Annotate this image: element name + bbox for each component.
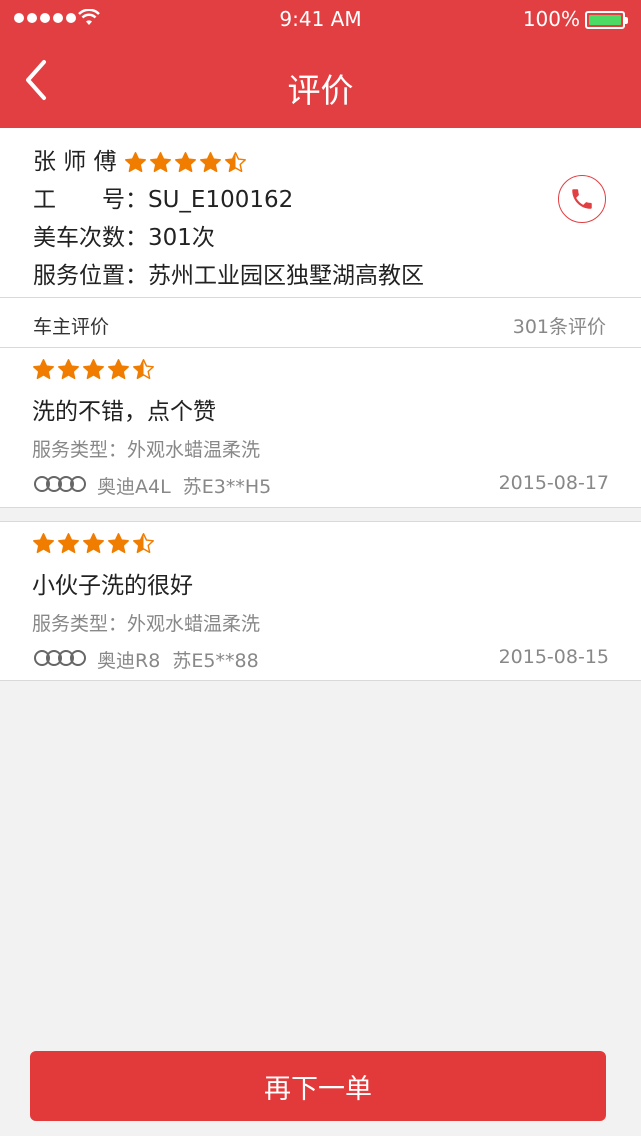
worker-id-value: SU_E100162 bbox=[148, 187, 294, 213]
audi-logo-icon bbox=[34, 650, 86, 666]
reorder-button[interactable]: 再下一单 bbox=[30, 1051, 606, 1121]
star-icon bbox=[33, 359, 54, 380]
star-icon bbox=[83, 533, 104, 554]
reviews-count[interactable]: 301条评价 bbox=[513, 312, 606, 339]
review-comment: 小伙子洗的很好 bbox=[32, 573, 193, 599]
review-card: 洗的不错，点个赞 服务类型：外观水蜡温柔洗 奥迪A4L 苏E3**H5 2015… bbox=[0, 348, 641, 508]
worker-id-label: 工 号： bbox=[33, 187, 148, 213]
wash-count-label: 美车次数： bbox=[33, 225, 148, 251]
review-rating-stars bbox=[32, 358, 155, 381]
worker-id-row: 工 号：SU_E100162 bbox=[33, 180, 293, 214]
review-rating-stars bbox=[32, 532, 155, 555]
star-icon bbox=[33, 533, 54, 554]
status-bar: 9:41 AM 100% bbox=[0, 0, 641, 40]
star-icon bbox=[83, 359, 104, 380]
review-car: 奥迪R8 苏E5**88 bbox=[97, 646, 259, 673]
review-service-type: 服务类型：外观水蜡温柔洗 bbox=[32, 613, 261, 635]
car-plate: 苏E3**H5 bbox=[182, 476, 272, 498]
service-location-row: 服务位置：苏州工业园区独墅湖高教区 bbox=[33, 256, 424, 290]
reviews-section-title: 车主评价 bbox=[33, 316, 110, 338]
star-icon bbox=[199, 152, 221, 173]
worker-rating-stars bbox=[124, 151, 247, 174]
app-header: 9:41 AM 100% 评价 bbox=[0, 0, 641, 128]
star-icon bbox=[149, 152, 171, 173]
wash-count-value: 301次 bbox=[148, 225, 215, 251]
phone-icon bbox=[572, 189, 592, 209]
worker-info-card: 张 师 傅 工 号：SU_E100162 美车次数：301次 服务位置：苏州工业… bbox=[0, 128, 641, 298]
review-comment: 洗的不错，点个赞 bbox=[32, 399, 216, 425]
reviews-section-header: 车主评价 301条评价 bbox=[0, 298, 641, 348]
star-icon bbox=[224, 152, 246, 173]
audi-logo-icon bbox=[34, 476, 86, 492]
star-icon bbox=[58, 533, 79, 554]
wash-count-row: 美车次数：301次 bbox=[33, 218, 215, 252]
review-date: 2015-08-17 bbox=[498, 472, 609, 494]
service-location-label: 服务位置： bbox=[33, 263, 148, 289]
star-icon bbox=[58, 359, 79, 380]
battery-icon bbox=[585, 11, 628, 29]
battery-percent: 100% bbox=[522, 7, 580, 31]
star-icon bbox=[133, 533, 154, 554]
page-title: 评价 bbox=[287, 71, 354, 110]
review-card: 小伙子洗的很好 服务类型：外观水蜡温柔洗 奥迪R8 苏E5**88 2015-0… bbox=[0, 521, 641, 681]
star-icon bbox=[174, 152, 196, 173]
car-model: 奥迪A4L bbox=[97, 476, 171, 498]
star-icon bbox=[108, 533, 129, 554]
review-date: 2015-08-15 bbox=[498, 646, 609, 668]
car-model: 奥迪R8 bbox=[97, 650, 161, 672]
worker-name: 张 师 傅 bbox=[33, 149, 117, 175]
star-icon bbox=[133, 359, 154, 380]
service-location-value: 苏州工业园区独墅湖高教区 bbox=[148, 263, 424, 289]
star-icon bbox=[124, 152, 146, 173]
review-service-type: 服务类型：外观水蜡温柔洗 bbox=[32, 439, 261, 461]
call-button[interactable] bbox=[558, 175, 606, 223]
review-car: 奥迪A4L 苏E3**H5 bbox=[97, 472, 271, 499]
car-plate: 苏E5**88 bbox=[172, 650, 259, 672]
worker-name-row: 张 师 傅 bbox=[33, 142, 247, 176]
star-icon bbox=[108, 359, 129, 380]
